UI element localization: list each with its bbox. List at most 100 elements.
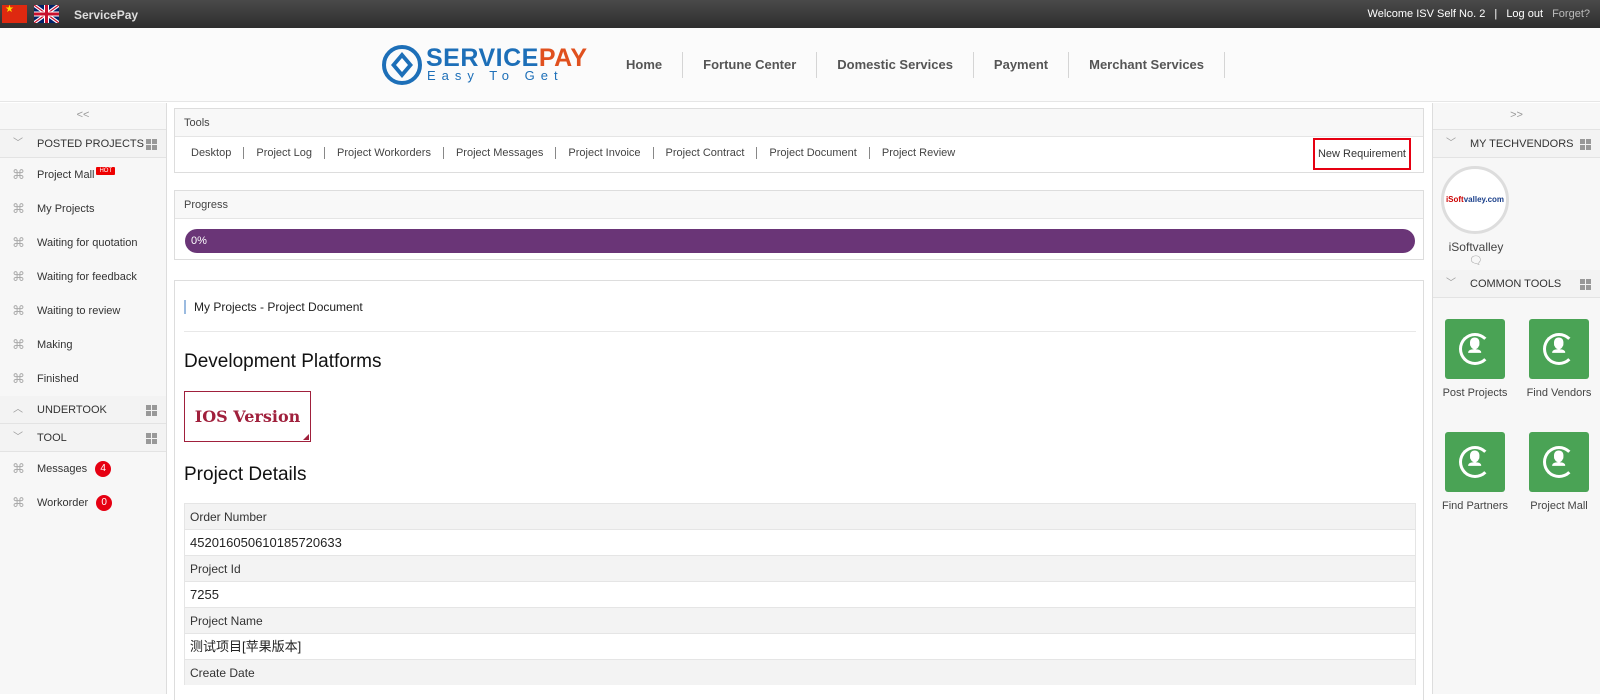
tool-post-projects[interactable]: Post Projects — [1433, 319, 1517, 399]
sidebar-item-label: Finished — [37, 373, 79, 385]
workorder-count-badge: 0 — [96, 495, 113, 511]
sidebar-item-waiting-review[interactable]: ⌘ Waiting to review — [0, 294, 166, 328]
posted-projects-header[interactable]: ﹀ POSTED PROJECTS — [0, 130, 166, 158]
tool-label: Find Vendors — [1526, 387, 1592, 399]
sidebar-item-waiting-quotation[interactable]: ⌘ Waiting for quotation — [0, 226, 166, 260]
logo-tagline: Easy To Get — [427, 68, 564, 83]
sidebar-item-making[interactable]: ⌘ Making — [0, 328, 166, 362]
divider — [184, 331, 1416, 332]
detail-label: Order Number — [184, 503, 1416, 529]
tool-find-vendors[interactable]: Find Vendors — [1517, 319, 1600, 399]
grid-icon[interactable] — [146, 139, 157, 150]
project-tabs: Desktop Project Log Project Workorders P… — [179, 147, 967, 159]
vendor-name: iSoftvalley — [1448, 240, 1504, 254]
detail-label: Project Id — [184, 555, 1416, 581]
tools-panel: Tools Desktop Project Log Project Workor… — [174, 108, 1424, 173]
sidebar-item-project-mall[interactable]: ⌘ Project Mall HOT — [0, 158, 166, 192]
sidebar-item-my-projects[interactable]: ⌘ My Projects — [0, 192, 166, 226]
tab-project-document[interactable]: Project Document — [757, 147, 870, 159]
grid-icon[interactable] — [1580, 279, 1591, 290]
vendor-logo-b: valley.com — [1463, 195, 1505, 204]
nav-merchant-services[interactable]: Merchant Services — [1069, 52, 1226, 78]
logout-link[interactable]: Log out — [1506, 8, 1543, 20]
vendor-card[interactable]: iSoftvalley.com iSoftvalley 🗨 — [1441, 166, 1511, 268]
site-header: SERVICEPAY Easy To Get Home Fortune Cent… — [0, 28, 1600, 102]
main-nav: Home Fortune Center Domestic Services Pa… — [606, 52, 1226, 82]
sidebar-item-label: Waiting for quotation — [37, 237, 138, 249]
detail-label: Create Date — [184, 659, 1416, 685]
grid-icon[interactable] — [1580, 139, 1591, 150]
chevron-down-icon: ﹀ — [13, 138, 23, 149]
command-icon: ⌘ — [12, 167, 25, 182]
nav-payment[interactable]: Payment — [974, 52, 1070, 78]
nav-home[interactable]: Home — [606, 52, 684, 78]
forget-link[interactable]: Forget? — [1552, 8, 1590, 20]
common-tools-header[interactable]: ﹀ COMMON TOOLS — [1433, 270, 1600, 298]
tab-project-invoice[interactable]: Project Invoice — [556, 147, 654, 159]
breadcrumb: My Projects - Project Document — [184, 300, 363, 314]
command-icon: ⌘ — [12, 461, 25, 476]
detail-label: Project Name — [184, 607, 1416, 633]
sidebar-item-label: Project Mall — [37, 169, 95, 181]
document-panel: My Projects - Project Document Developme… — [174, 280, 1424, 700]
progress-bar: 0% — [185, 229, 1415, 253]
command-icon: ⌘ — [12, 235, 25, 250]
tab-project-log[interactable]: Project Log — [244, 147, 326, 159]
sidebar-item-finished[interactable]: ⌘ Finished — [0, 362, 166, 396]
sidebar-item-waiting-feedback[interactable]: ⌘ Waiting for feedback — [0, 260, 166, 294]
common-tools-title: COMMON TOOLS — [1470, 278, 1562, 290]
new-requirement-button[interactable]: New Requirement — [1312, 138, 1411, 170]
undertook-projects-header[interactable]: ︿ UNDERTOOK PROJECTS — [0, 396, 166, 444]
ios-version-button[interactable]: IOS Version — [184, 391, 311, 442]
tab-project-contract[interactable]: Project Contract — [654, 147, 758, 159]
grid-icon[interactable] — [146, 405, 157, 416]
sidebar-item-label: My Projects — [37, 203, 95, 215]
tool-header[interactable]: ﹀ TOOL — [0, 424, 166, 452]
sidebar-item-label: Making — [37, 339, 73, 351]
top-brand: ServicePay — [74, 8, 139, 22]
sidebar-item-label: Waiting to review — [37, 305, 121, 317]
command-icon: ⌘ — [12, 337, 25, 352]
tab-project-review[interactable]: Project Review — [870, 147, 967, 159]
sidebar-item-messages[interactable]: ⌘ Messages 4 — [0, 452, 166, 486]
china-flag-icon[interactable] — [2, 4, 27, 23]
detail-value: 7255 — [184, 581, 1416, 607]
users-icon — [1529, 432, 1589, 492]
sidebar-item-label: Waiting for feedback — [37, 271, 137, 283]
sidebar-item-label: Workorder — [37, 497, 89, 509]
tab-project-messages[interactable]: Project Messages — [444, 147, 557, 159]
nav-domestic-services[interactable]: Domestic Services — [817, 52, 974, 78]
detail-value: 测试项目[苹果版本] — [184, 633, 1416, 659]
posted-projects-title: POSTED PROJECTS — [37, 138, 144, 150]
uk-flag-icon[interactable] — [34, 5, 59, 23]
chat-icon[interactable]: 🗨 — [1441, 254, 1511, 268]
users-icon — [1445, 432, 1505, 492]
vendor-logo-a: iSoft — [1445, 195, 1464, 204]
my-techvendors-title: MY TECHVENDORS — [1470, 138, 1574, 150]
collapse-right-button[interactable]: >> — [1433, 103, 1600, 130]
vendor-logo[interactable]: iSoftvalley.com — [1441, 166, 1509, 234]
top-bar: ServicePay Welcome ISV Self No. 2 | Log … — [0, 0, 1600, 28]
left-sidebar: << ﹀ POSTED PROJECTS ⌘ Project Mall HOT ⌘… — [0, 103, 167, 694]
progress-panel: Progress 0% — [174, 190, 1424, 260]
collapse-left-button[interactable]: << — [0, 103, 166, 130]
grid-icon[interactable] — [146, 433, 157, 444]
tab-project-workorders[interactable]: Project Workorders — [325, 147, 444, 159]
tool-project-mall[interactable]: Project Mall — [1517, 432, 1600, 512]
chevron-down-icon: ﹀ — [13, 432, 23, 443]
tab-desktop[interactable]: Desktop — [179, 147, 245, 159]
command-icon: ⌘ — [12, 303, 25, 318]
command-icon: ⌘ — [12, 371, 25, 386]
my-techvendors-header[interactable]: ﹀ MY TECHVENDORS — [1433, 130, 1600, 158]
users-icon — [1529, 319, 1589, 379]
sidebar-item-workorder[interactable]: ⌘ Workorder 0 — [0, 486, 166, 520]
detail-value: 452016050610185720633 — [184, 529, 1416, 555]
tool-label: Find Partners — [1441, 500, 1509, 512]
servicepay-logo[interactable]: SERVICEPAY Easy To Get — [382, 44, 587, 86]
nav-fortune-center[interactable]: Fortune Center — [683, 52, 818, 78]
command-icon: ⌘ — [12, 495, 25, 510]
tool-title: TOOL — [37, 432, 67, 444]
tool-find-partners[interactable]: Find Partners — [1433, 432, 1517, 512]
tools-title: Tools — [175, 109, 1423, 137]
progress-label: 0% — [191, 235, 207, 247]
